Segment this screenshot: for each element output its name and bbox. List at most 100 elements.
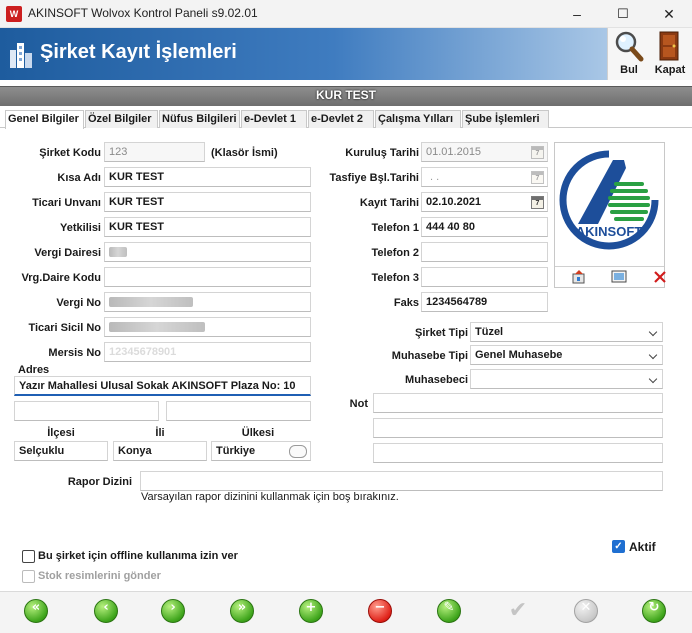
tab-e-devlet-2[interactable]: e-Devlet 2	[308, 110, 374, 128]
stok-resim-checkbox[interactable]	[22, 570, 35, 583]
close-label: Kapat	[654, 64, 686, 76]
sirket-kodu-field[interactable]: 123	[104, 142, 205, 162]
logo-text: AKINSOFT	[576, 224, 643, 239]
ulkesi-lookup-button[interactable]	[289, 445, 307, 458]
tab-calisma-yillari[interactable]: Çalışma Yılları	[375, 110, 461, 128]
redacted-value	[109, 247, 127, 258]
not-line1-field[interactable]	[373, 393, 663, 413]
sirket-tipi-select[interactable]: Tüzel	[470, 322, 663, 342]
tab-nufus-bilgileri[interactable]: Nüfus Bilgileri	[159, 110, 240, 128]
chevron-down-icon	[648, 327, 658, 337]
calendar-icon[interactable]	[531, 196, 544, 209]
load-image-icon[interactable]	[571, 269, 587, 285]
page-title: Şirket Kayıt İşlemleri	[40, 41, 237, 63]
calendar-icon[interactable]	[531, 171, 544, 184]
kurulus-tarihi-label: Kuruluş Tarihi	[345, 147, 419, 159]
redacted-value	[109, 297, 193, 308]
ticari-sicil-no-field[interactable]	[104, 317, 311, 337]
delete-record-icon[interactable]: −	[368, 599, 392, 623]
not-line2-field[interactable]	[373, 418, 663, 438]
maximize-button[interactable]: ☐	[600, 0, 646, 28]
ticari-sicil-no-label: Ticari Sicil No	[28, 322, 101, 334]
redacted-value	[109, 322, 205, 333]
app-icon: W	[6, 6, 22, 22]
ticari-unvani-label: Ticari Unvanı	[32, 197, 101, 209]
tasfiye-tarihi-value: . .	[430, 171, 440, 183]
tab-sube-islemleri[interactable]: Şube İşlemleri	[462, 110, 549, 128]
kurulus-tarihi-field[interactable]: 01.01.2015	[421, 142, 548, 162]
refresh-icon[interactable]: ↻	[642, 599, 666, 623]
adres-line1-field[interactable]: Yazır Mahallesi Ulusal Sokak AKINSOFT Pl…	[14, 376, 311, 396]
chevron-down-icon	[648, 374, 658, 384]
mersis-no-label: Mersis No	[48, 347, 101, 359]
offline-checkbox[interactable]	[22, 550, 35, 563]
muhasebe-tipi-label: Muhasebe Tipi	[391, 350, 468, 362]
sirket-tipi-value: Tüzel	[475, 326, 504, 338]
kayit-tarihi-value: 02.10.2021	[426, 196, 482, 208]
close-form-button[interactable]: Kapat	[650, 30, 690, 78]
telefon1-label: Telefon 1	[371, 222, 419, 234]
calendar-icon[interactable]	[531, 146, 544, 159]
not-line3-field[interactable]	[373, 443, 663, 463]
faks-field[interactable]: 1234564789	[421, 292, 548, 312]
edit-record-icon[interactable]: ✎	[437, 599, 461, 623]
faks-label: Faks	[393, 297, 419, 309]
first-record-icon[interactable]: «	[24, 599, 48, 623]
tab-e-devlet-1[interactable]: e-Devlet 1	[241, 110, 307, 128]
save-record-icon[interactable]: ✔	[504, 599, 532, 623]
aktif-checkbox[interactable]: ✓	[612, 540, 625, 553]
ili-label: İli	[155, 427, 165, 439]
vrg-daire-kodu-field[interactable]	[104, 267, 311, 287]
ticari-unvani-field[interactable]: KUR TEST	[104, 192, 311, 212]
vergi-dairesi-field[interactable]	[104, 242, 311, 262]
cancel-record-icon[interactable]: ✕	[574, 599, 598, 623]
telefon2-field[interactable]	[421, 242, 548, 262]
adres-line2a-field[interactable]	[14, 401, 159, 421]
add-record-icon[interactable]: +	[299, 599, 323, 623]
vergi-no-field[interactable]	[104, 292, 311, 312]
tab-genel-bilgiler[interactable]: Genel Bilgiler	[5, 110, 84, 129]
minimize-button[interactable]: –	[554, 0, 600, 28]
kayit-tarihi-label: Kayıt Tarihi	[359, 197, 419, 209]
aktif-label: Aktif	[629, 540, 656, 554]
next-record-icon[interactable]: ›	[161, 599, 185, 623]
not-label: Not	[349, 398, 368, 410]
telefon3-label: Telefon 3	[371, 272, 419, 284]
ulkesi-field[interactable]: Türkiye	[211, 441, 311, 461]
sirket-tipi-label: Şirket Tipi	[415, 327, 468, 339]
adres-label: Adres	[18, 364, 50, 376]
ilcesi-field[interactable]: Selçuklu	[14, 441, 108, 461]
previous-record-icon[interactable]: ‹	[94, 599, 118, 623]
muhasebe-tipi-select[interactable]: Genel Muhasebe	[470, 345, 663, 365]
magnifier-icon	[615, 31, 644, 62]
find-label: Bul	[620, 64, 638, 76]
delete-image-icon[interactable]	[652, 269, 668, 285]
ulkesi-label: Ülkesi	[241, 427, 275, 439]
akinsoft-logo: AKINSOFT	[559, 150, 659, 250]
tab-ozel-bilgiler[interactable]: Özel Bilgiler	[85, 110, 158, 128]
buildings-icon	[10, 43, 32, 68]
ili-field[interactable]: Konya	[113, 441, 207, 461]
telefon3-field[interactable]	[421, 267, 548, 287]
yetkilisi-field[interactable]: KUR TEST	[104, 217, 311, 237]
adres-line2b-field[interactable]	[166, 401, 311, 421]
view-image-icon[interactable]	[611, 269, 627, 285]
ulkesi-value: Türkiye	[216, 445, 256, 457]
telefon1-field[interactable]: 444 40 80	[421, 217, 548, 237]
yetkilisi-label: Yetkilisi	[60, 222, 101, 234]
muhasebe-tipi-value: Genel Muhasebe	[475, 349, 563, 361]
kayit-tarihi-field[interactable]: 02.10.2021	[421, 192, 548, 212]
close-window-button[interactable]: ✕	[646, 0, 692, 28]
offline-label: Bu şirket için offline kullanıma izin ve…	[38, 550, 238, 562]
vrg-daire-kodu-label: Vrg.Daire Kodu	[21, 272, 101, 284]
kisa-adi-field[interactable]: KUR TEST	[104, 167, 311, 187]
mersis-no-field[interactable]: 12345678901	[104, 342, 311, 362]
last-record-icon[interactable]: »	[230, 599, 254, 623]
stok-resim-label: Stok resimlerini gönder	[38, 570, 161, 582]
muhasebeci-select[interactable]	[470, 369, 663, 389]
tasfiye-tarihi-field[interactable]: . .	[421, 167, 548, 187]
find-button[interactable]: Bul	[609, 30, 649, 78]
rapor-dizini-hint: Varsayılan rapor dizinini kullanmak için…	[141, 491, 399, 503]
chevron-down-icon	[648, 350, 658, 360]
rapor-dizini-field[interactable]	[140, 471, 663, 491]
